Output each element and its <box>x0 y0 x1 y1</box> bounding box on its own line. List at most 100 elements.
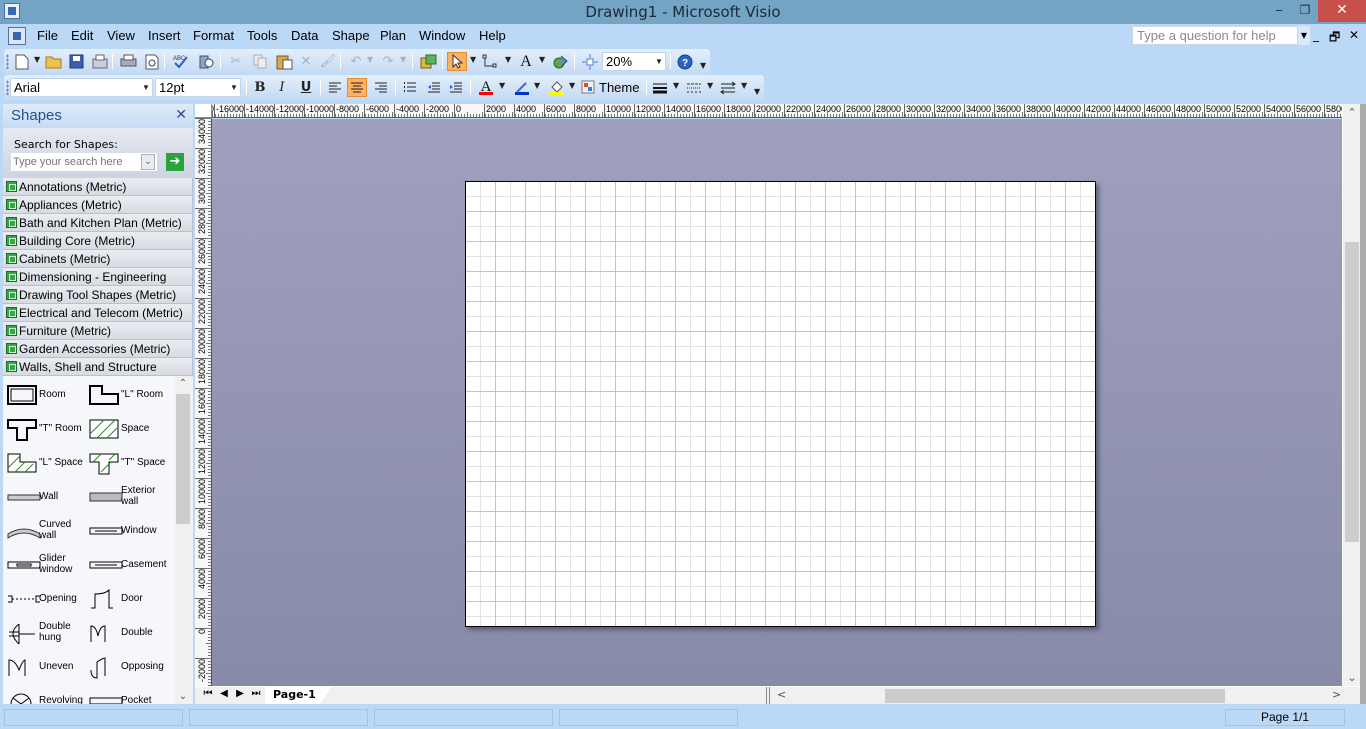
stencil-item[interactable]: Bath and Kitchen Plan (Metric) <box>3 214 193 232</box>
shape-master-item[interactable]: Double <box>85 618 171 652</box>
line-weight-icon[interactable] <box>650 78 670 97</box>
stencil-item[interactable]: Furniture (Metric) <box>3 322 193 340</box>
shape-master-item[interactable]: Opposing <box>85 652 171 686</box>
print-icon[interactable] <box>118 52 138 71</box>
font-combo[interactable]: Arial ▼ <box>10 78 153 97</box>
underline-button[interactable]: U <box>296 78 316 97</box>
stencil-item[interactable]: Appliances (Metric) <box>3 196 193 214</box>
doc-minimize-button[interactable]: _ <box>1313 28 1319 42</box>
shape-master-item[interactable]: "T" Space <box>85 448 171 482</box>
ruler-origin-corner[interactable] <box>195 104 212 118</box>
fill-color-dropdown-arrow[interactable]: ▼ <box>569 81 575 90</box>
drawing-canvas[interactable] <box>212 119 1342 686</box>
shape-master-item[interactable]: Space <box>85 414 171 448</box>
next-page-icon[interactable]: ▶ <box>233 688 247 699</box>
horizontal-scroll-thumb[interactable] <box>885 689 1225 703</box>
connector-tool-icon[interactable] <box>480 52 500 71</box>
stencil-item[interactable]: Electrical and Telecom (Metric) <box>3 304 193 322</box>
menu-data[interactable]: Data <box>291 28 318 43</box>
menu-window[interactable]: Window <box>419 28 465 43</box>
page-tab[interactable]: Page-1 <box>265 687 332 704</box>
line-color-button[interactable] <box>512 78 532 97</box>
italic-button[interactable]: I <box>272 78 292 97</box>
line-weight-dropdown-arrow[interactable]: ▼ <box>673 81 679 90</box>
new-dropdown-arrow[interactable]: ▼ <box>34 55 40 64</box>
align-center-icon[interactable] <box>347 78 367 97</box>
open-icon[interactable] <box>44 52 64 71</box>
shape-search-go-icon[interactable]: ➔ <box>166 153 184 171</box>
toolbar-options-arrow[interactable]: ▼ <box>754 87 760 96</box>
line-pattern-icon[interactable] <box>684 78 704 97</box>
first-page-icon[interactable]: ⏮ <box>201 688 215 699</box>
theme-icon[interactable] <box>579 78 599 97</box>
font-size-combo[interactable]: 12pt ▼ <box>155 78 241 97</box>
shape-search-dropdown-arrow[interactable]: ⌄ <box>141 154 155 170</box>
toolbar-options-arrow[interactable]: ▼ <box>700 61 706 70</box>
help-question-input[interactable]: Type a question for help <box>1132 26 1298 45</box>
stencil-item[interactable]: Garden Accessories (Metric) <box>3 340 193 358</box>
paste-icon[interactable] <box>274 52 294 71</box>
menu-edit[interactable]: Edit <box>71 28 93 43</box>
text-tool-icon[interactable]: A <box>516 52 536 71</box>
shapes-panel-scrollbar[interactable]: ⌃ ⌄ <box>175 376 191 704</box>
zoom-combo[interactable]: 20% ▼ <box>602 52 666 71</box>
bullets-icon[interactable] <box>400 78 420 97</box>
help-dropdown-arrow[interactable]: ▼ <box>1298 26 1310 45</box>
canvas-vertical-scrollbar[interactable]: ⌃ ⌄ <box>1342 104 1360 686</box>
doc-close-button[interactable]: ✕ <box>1349 28 1359 42</box>
doc-restore-button[interactable]: 🗗 <box>1329 28 1340 49</box>
scroll-down-icon[interactable]: ⌄ <box>1343 671 1361 684</box>
shapes-panel-close-icon[interactable]: ✕ <box>175 107 187 123</box>
align-right-icon[interactable] <box>371 78 391 97</box>
format-painter-icon[interactable]: 🖌 <box>318 52 338 71</box>
connector-tool-dropdown-arrow[interactable]: ▼ <box>505 55 511 64</box>
shape-master-item[interactable]: Wall <box>3 482 89 516</box>
stencil-item[interactable]: Dimensioning - Engineering (Metric) <box>3 268 193 298</box>
menu-tools[interactable]: Tools <box>247 28 277 43</box>
undo-icon[interactable]: ↶ <box>346 52 366 71</box>
save-icon[interactable] <box>66 52 86 71</box>
menu-help[interactable]: Help <box>479 28 506 43</box>
copy-icon[interactable] <box>250 52 270 71</box>
stencil-item[interactable]: Walls, Shell and Structure (Metric) <box>3 358 193 388</box>
menu-insert[interactable]: Insert <box>148 28 181 43</box>
vertical-ruler[interactable]: 34000 32000 30000 28000 26000 24000 22000 20000… <box>195 118 212 686</box>
shape-master-item[interactable]: Door <box>85 584 171 618</box>
shape-master-item[interactable]: Glider window <box>3 550 89 584</box>
shape-master-item[interactable]: Double hung <box>3 618 89 652</box>
scroll-left-icon[interactable]: < <box>777 688 786 701</box>
undo-dropdown-arrow[interactable]: ▼ <box>367 55 373 64</box>
shape-master-item[interactable]: Window <box>85 516 171 550</box>
shape-master-item[interactable]: Exterior wall <box>85 482 171 516</box>
line-ends-dropdown-arrow[interactable]: ▼ <box>741 81 747 90</box>
toolbar-grip[interactable] <box>6 80 9 95</box>
print-preview-icon[interactable] <box>142 52 162 71</box>
shapes-window-icon[interactable] <box>418 52 438 71</box>
bold-button[interactable]: B <box>250 78 270 97</box>
pointer-tool-dropdown-arrow[interactable]: ▼ <box>470 55 476 64</box>
redo-icon[interactable]: ↷ <box>378 52 398 71</box>
scroll-up-icon[interactable]: ⌃ <box>1343 106 1361 119</box>
font-dropdown-arrow[interactable]: ▼ <box>140 79 152 96</box>
document-icon[interactable] <box>8 27 26 45</box>
font-color-dropdown-arrow[interactable]: ▼ <box>499 81 505 90</box>
research-icon[interactable] <box>196 52 216 71</box>
shape-master-item[interactable]: "T" Room <box>3 414 89 448</box>
shape-master-item[interactable]: "L" Room <box>85 380 171 414</box>
tab-split-handle[interactable] <box>766 687 770 704</box>
toolbar-grip[interactable] <box>6 54 9 69</box>
shape-master-item[interactable]: Revolving <box>3 686 89 704</box>
pan-zoom-icon[interactable] <box>580 52 600 71</box>
scroll-thumb[interactable] <box>176 394 190 524</box>
fill-color-button[interactable] <box>547 78 567 97</box>
shape-master-item[interactable]: Opening <box>3 584 89 618</box>
line-color-dropdown-arrow[interactable]: ▼ <box>534 81 540 90</box>
help-icon[interactable]: ? <box>675 52 695 71</box>
increase-indent-icon[interactable] <box>446 78 466 97</box>
scroll-down-icon[interactable]: ⌄ <box>175 691 191 702</box>
decrease-indent-icon[interactable] <box>424 78 444 97</box>
redo-dropdown-arrow[interactable]: ▼ <box>400 55 406 64</box>
pointer-tool-icon[interactable] <box>447 52 467 71</box>
menu-shape[interactable]: Shape <box>332 28 370 43</box>
shape-search-input[interactable] <box>11 153 157 171</box>
